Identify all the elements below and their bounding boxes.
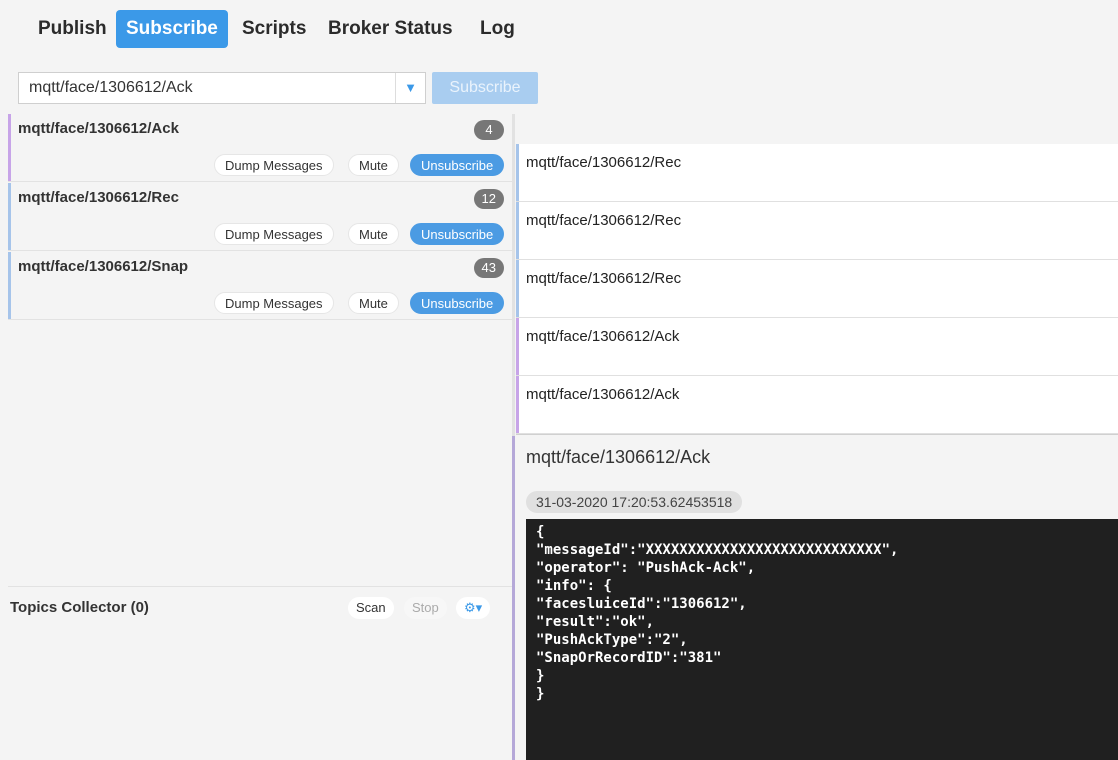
unsubscribe-button[interactable]: Unsubscribe (410, 292, 505, 314)
message-item[interactable]: mqtt/face/1306612/Ack (516, 318, 1118, 376)
color-bar (516, 144, 519, 201)
message-count-badge: 12 (473, 189, 504, 209)
unsubscribe-button[interactable]: Unsubscribe (410, 223, 505, 245)
message-count-badge: 43 (473, 258, 504, 278)
subscription-topic: mqtt/face/1306612/Rec (18, 189, 179, 206)
message-payload: { "messageId":"XXXXXXXXXXXXXXXXXXXXXXXXX… (526, 519, 1118, 760)
message-item[interactable]: mqtt/face/1306612/Ack (516, 376, 1118, 434)
message-topic: mqtt/face/1306612/Ack (526, 328, 680, 345)
message-topic: mqtt/face/1306612/Ack (526, 386, 680, 403)
unsubscribe-button[interactable]: Unsubscribe (410, 154, 505, 176)
mute-button[interactable]: Mute (348, 292, 399, 314)
stop-button[interactable]: Stop (404, 597, 447, 619)
gear-icon[interactable]: ⚙▾ (456, 597, 491, 619)
topic-input[interactable]: mqtt/face/1306612/Ack (18, 72, 426, 104)
dump-messages-button[interactable]: Dump Messages (214, 223, 334, 245)
color-bar (8, 183, 11, 250)
message-topic: mqtt/face/1306612/Rec (526, 270, 682, 287)
subscription-item-rec[interactable]: mqtt/face/1306612/Rec 12 Dump Messages M… (8, 183, 512, 251)
mute-button[interactable]: Mute (348, 223, 399, 245)
tab-log[interactable]: Log (470, 10, 525, 48)
detail-topic: mqtt/face/1306612/Ack (526, 447, 711, 467)
message-item[interactable]: mqtt/face/1306612/Rec (516, 202, 1118, 260)
message-count-badge: 4 (474, 120, 504, 140)
topics-collector: Topics Collector (0) Scan Stop ⚙▾ (8, 586, 512, 760)
message-detail: mqtt/face/1306612/Ack 31-03-2020 17:20:5… (516, 434, 1118, 760)
color-bar (516, 318, 519, 375)
subscription-topic: mqtt/face/1306612/Snap (18, 258, 189, 275)
dump-messages-button[interactable]: Dump Messages (214, 154, 334, 176)
divider-accent (512, 436, 515, 760)
scan-button[interactable]: Scan (348, 597, 394, 619)
color-bar (516, 260, 519, 317)
message-topic: mqtt/face/1306612/Rec (526, 154, 682, 171)
chevron-down-icon[interactable]: ▼ (395, 73, 425, 103)
tab-broker-status[interactable]: Broker Status (318, 10, 463, 48)
tab-scripts[interactable]: Scripts (232, 10, 316, 48)
subscription-topic: mqtt/face/1306612/Ack (18, 120, 179, 137)
subscription-item-ack[interactable]: mqtt/face/1306612/Ack 4 Dump Messages Mu… (8, 114, 512, 182)
message-item[interactable]: mqtt/face/1306612/Rec (516, 144, 1118, 202)
color-bar (516, 376, 519, 433)
top-nav: Publish Subscribe Scripts Broker Status … (0, 0, 1118, 62)
color-bar (8, 114, 11, 181)
message-item[interactable]: mqtt/face/1306612/Rec (516, 260, 1118, 318)
pane-divider[interactable] (512, 114, 515, 760)
color-bar (516, 202, 519, 259)
mute-button[interactable]: Mute (348, 154, 399, 176)
subscription-item-snap[interactable]: mqtt/face/1306612/Snap 43 Dump Messages … (8, 252, 512, 320)
dump-messages-button[interactable]: Dump Messages (214, 292, 334, 314)
tab-publish[interactable]: Publish (28, 10, 117, 48)
subscribe-button[interactable]: Subscribe (432, 72, 538, 104)
color-bar (8, 252, 11, 319)
topics-collector-title: Topics Collector (0) (10, 599, 149, 616)
message-timestamp-badge: 31-03-2020 17:20:53.62453518 (526, 491, 743, 513)
message-topic: mqtt/face/1306612/Rec (526, 212, 682, 229)
tab-subscribe[interactable]: Subscribe (116, 10, 228, 48)
